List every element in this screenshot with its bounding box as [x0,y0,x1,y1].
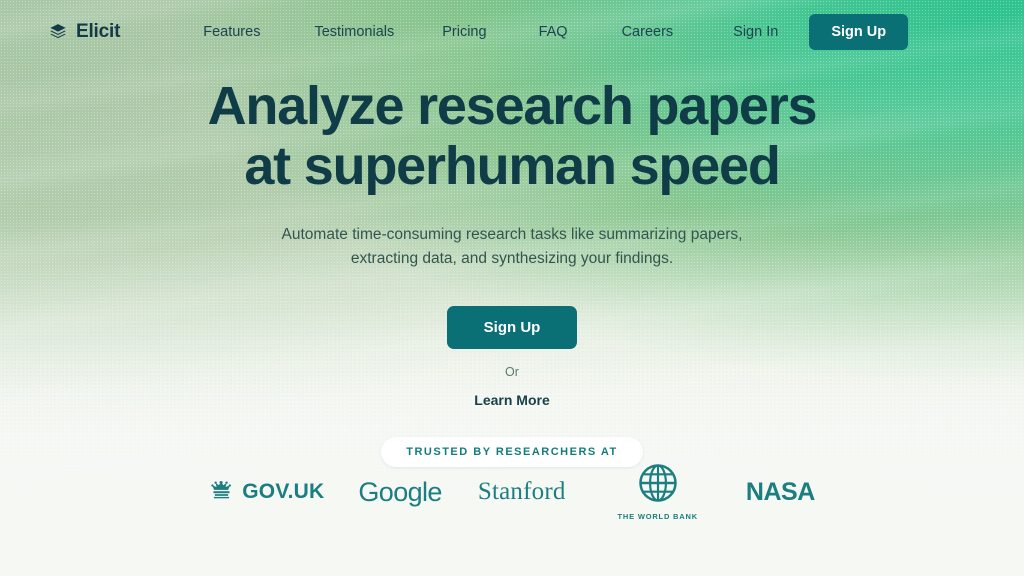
nav-link-faq[interactable]: FAQ [539,16,568,48]
logo-world-bank-label: THE WORLD BANK [617,512,698,521]
logo-google: Google [358,462,442,522]
top-navigation-bar: Elicit Features Testimonials Pricing FAQ… [0,0,1024,64]
nav-link-pricing[interactable]: Pricing [442,16,486,48]
logo-world-bank: THE WORLD BANK [618,462,698,522]
nav-link-careers[interactable]: Careers [622,16,674,48]
or-separator-label: Or [505,365,519,379]
logo-stanford-label: Stanford [477,478,566,505]
logo-nasa-label: NASA [745,477,815,506]
trusted-logos-row: GOV.UK Google Stanford THE WORLD BANK NA… [0,462,1024,522]
nav-link-testimonials[interactable]: Testimonials [314,16,394,48]
hero-sign-up-button[interactable]: Sign Up [446,306,578,349]
nav-link-features[interactable]: Features [203,16,260,48]
logo-stanford: Stanford [478,462,566,522]
headline-line-2: at superhuman speed [244,136,781,196]
logo-govuk-label: GOV.UK [242,480,325,503]
brand-logo[interactable]: Elicit [48,21,120,43]
logo-google-label: Google [358,476,442,507]
brand-name: Elicit [76,21,121,42]
stacked-layers-icon [48,22,68,42]
page-title: Analyze research papers at superhuman sp… [207,76,818,196]
hero-section: Analyze research papers at superhuman sp… [0,0,1024,467]
hero-subheading: Automate time-consuming research tasks l… [277,223,747,271]
crown-icon [209,480,234,505]
globe-icon [638,463,678,508]
nav-links: Features Testimonials Pricing FAQ Career… [203,14,909,50]
logo-govuk: GOV.UK [209,462,324,522]
headline-line-1: Analyze research papers [207,76,818,136]
landing-page: Elicit Features Testimonials Pricing FAQ… [0,0,1024,576]
nav-sign-up-button[interactable]: Sign Up [809,14,909,50]
subheading-line-1: Automate time-consuming research tasks l… [281,226,687,243]
logo-nasa: NASA [746,462,815,522]
learn-more-link[interactable]: Learn More [474,392,549,408]
nav-link-sign-in[interactable]: Sign In [733,16,778,48]
